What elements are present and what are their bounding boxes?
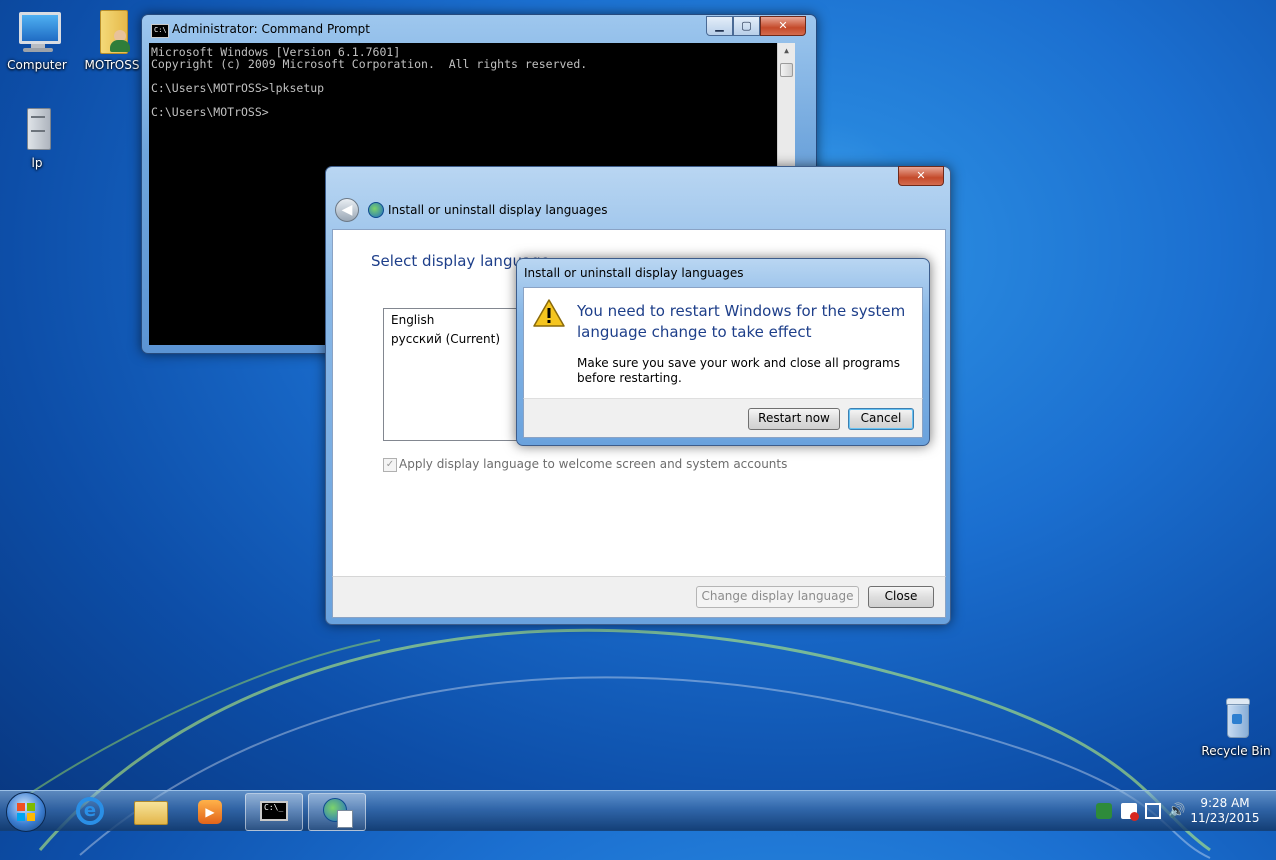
file-cabinet-icon xyxy=(13,106,61,154)
user-folder-icon xyxy=(88,8,136,56)
volume-icon[interactable]: 🔊 xyxy=(1168,803,1185,819)
desktop-icon-label: Recycle Bin xyxy=(1201,744,1271,758)
dialog-footer: Change display language Close xyxy=(332,576,946,618)
modal-footer: Restart now Cancel xyxy=(523,398,923,438)
globe-icon xyxy=(368,202,384,218)
desktop-icon-label: lp xyxy=(31,156,43,170)
desktop-icon-lp[interactable]: lp xyxy=(1,106,73,170)
warning-icon xyxy=(533,299,565,327)
scroll-up-arrow[interactable]: ▲ xyxy=(778,43,795,59)
internet-explorer-icon: e xyxy=(76,797,104,825)
taskbar-media-player[interactable]: ▶ xyxy=(182,793,238,829)
desktop-icon-computer[interactable]: Computer xyxy=(1,8,73,72)
folder-icon xyxy=(134,801,168,825)
back-arrow-icon: ◀ xyxy=(341,202,353,218)
main-instruction: You need to restart Windows for the syst… xyxy=(577,302,906,341)
network-icon[interactable] xyxy=(1145,803,1161,819)
console-line: C:\Users\MOTrOSS>lpksetup xyxy=(151,81,325,95)
computer-icon xyxy=(13,8,61,56)
taskbar-explorer[interactable] xyxy=(122,793,178,829)
clock-date: 11/23/2015 xyxy=(1190,811,1260,825)
back-button[interactable]: ◀ xyxy=(335,198,359,222)
action-center-warning-icon[interactable] xyxy=(1121,803,1139,821)
desktop-icon-label: MOTrOSS xyxy=(84,58,140,72)
restart-now-button[interactable]: Restart now xyxy=(748,408,840,430)
dialog-title: Install or uninstall display languages xyxy=(388,203,608,217)
taskbar: e ▶ C:\_ 🔊 9:28 AM 11/23/2015 xyxy=(0,790,1276,832)
modal-content: You need to restart Windows for the syst… xyxy=(523,287,923,400)
desktop-icon-label: Computer xyxy=(7,58,67,72)
start-button[interactable] xyxy=(6,792,46,832)
maximize-button[interactable]: ▢ xyxy=(733,16,760,36)
list-item[interactable]: русский (Current) xyxy=(391,332,500,346)
desktop-icon-user-folder[interactable]: MOTrOSS xyxy=(76,8,148,72)
network-ok-icon[interactable] xyxy=(1096,803,1112,819)
modal-message: Make sure you save your work and close a… xyxy=(577,356,900,385)
list-item[interactable]: English xyxy=(391,313,434,327)
checkbox-label: Apply display language to welcome screen… xyxy=(399,457,788,471)
windows-logo-icon xyxy=(17,803,35,821)
close-dialog-button[interactable]: Close xyxy=(868,586,934,608)
taskbar-cmd[interactable]: C:\_ xyxy=(245,793,303,831)
cmd-taskbar-icon: C:\_ xyxy=(260,801,288,821)
cancel-button[interactable]: Cancel xyxy=(848,408,914,430)
taskbar-language-setup[interactable] xyxy=(308,793,366,831)
recycle-bin-icon xyxy=(1212,694,1260,742)
cmd-app-icon: C:\ xyxy=(151,24,169,38)
clock[interactable]: 9:28 AM 11/23/2015 xyxy=(1186,796,1264,825)
console-line: C:\Users\MOTrOSS> xyxy=(151,105,269,119)
clock-time: 9:28 AM xyxy=(1200,796,1250,810)
restart-modal[interactable]: Install or uninstall display languages Y… xyxy=(516,258,930,446)
scroll-thumb[interactable] xyxy=(780,63,793,77)
minimize-button[interactable]: ▁ xyxy=(706,16,733,36)
console-line: Copyright (c) 2009 Microsoft Corporation… xyxy=(151,57,588,71)
welcome-screen-checkbox[interactable]: ✓ xyxy=(383,458,397,472)
modal-title: Install or uninstall display languages xyxy=(524,266,744,280)
cmd-title: Administrator: Command Prompt xyxy=(172,22,370,36)
cmd-titlebar[interactable]: C:\ Administrator: Command Prompt ▁ ▢ ✕ xyxy=(142,15,816,43)
checklist-icon xyxy=(337,810,353,828)
change-display-language-button[interactable]: Change display language xyxy=(696,586,859,608)
media-player-icon: ▶ xyxy=(198,800,222,824)
close-button[interactable]: ✕ xyxy=(898,166,944,186)
taskbar-ie[interactable]: e xyxy=(62,793,118,829)
desktop-icon-recycle-bin[interactable]: Recycle Bin xyxy=(1200,694,1272,758)
close-button[interactable]: ✕ xyxy=(760,16,806,36)
